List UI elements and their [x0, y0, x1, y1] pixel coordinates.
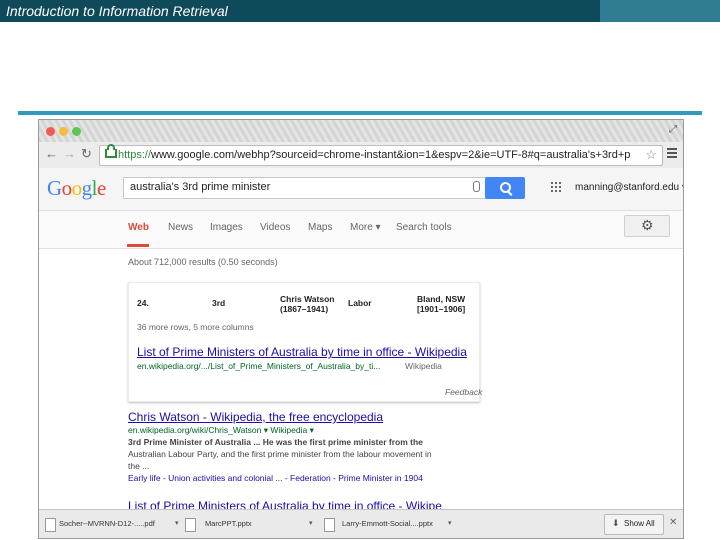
- answer-source-link[interactable]: List of Prime Ministers of Australia by …: [137, 345, 467, 359]
- settings-button[interactable]: ⚙: [624, 215, 670, 237]
- reload-icon[interactable]: ↻: [81, 147, 92, 161]
- result-snippet-line: the ...: [128, 461, 150, 471]
- result-title-link[interactable]: Chris Watson - Wikipedia, the free encyc…: [128, 410, 383, 424]
- logo-letter: g: [81, 176, 93, 200]
- browser-window: ⤢ ← → ↻ https://www.google.com/webhp?sou…: [38, 119, 684, 539]
- download-filename: Socher--MVRNN-D12-.....pdf: [59, 519, 155, 528]
- chevron-down-icon[interactable]: ▾: [309, 519, 313, 527]
- download-item[interactable]: MarcPPT.pptx ▾: [185, 517, 315, 533]
- table-cell-rank: 24.: [137, 298, 149, 308]
- tab-more[interactable]: More ▾: [350, 222, 381, 233]
- zoom-window-icon[interactable]: [72, 127, 81, 136]
- answer-source-url: en.wikipedia.org/.../List_of_Prime_Minis…: [137, 361, 381, 371]
- slide-title: Introduction to Information Retrieval: [6, 3, 228, 19]
- slide-header-accent: [600, 0, 720, 22]
- result-sitelinks[interactable]: Early life - Union activities and coloni…: [128, 473, 423, 483]
- answer-source-name: Wikipedia: [405, 361, 442, 371]
- tab-news[interactable]: News: [168, 222, 193, 233]
- url-scheme: https://: [118, 149, 152, 161]
- chevron-down-icon[interactable]: ▾: [175, 519, 179, 527]
- address-bar[interactable]: https://www.google.com/webhp?sourceid=ch…: [99, 144, 663, 166]
- logo-letter: o: [71, 176, 83, 200]
- window-titlebar: ⤢: [39, 120, 683, 142]
- download-shelf: Socher--MVRNN-D12-.....pdf ▾ MarcPPT.ppt…: [39, 509, 683, 538]
- table-cell-seat: Bland, NSW: [417, 294, 466, 304]
- table-cell-name: Chris Watson: [280, 294, 335, 304]
- download-filename: MarcPPT.pptx: [205, 519, 252, 528]
- pdf-file-icon: [45, 518, 56, 532]
- back-arrow-icon[interactable]: ←: [45, 147, 58, 161]
- result-snippet-line: Australian Labour Party, and the first p…: [128, 449, 432, 459]
- bookmark-star-icon[interactable]: ☆: [645, 147, 657, 163]
- google-header: Google australia's 3rd prime minister ma…: [39, 168, 683, 211]
- forward-arrow-icon[interactable]: →: [63, 147, 76, 161]
- url-text[interactable]: https://www.google.com/webhp?sourceid=ch…: [118, 149, 630, 161]
- browser-toolbar: ← → ↻ https://www.google.com/webhp?sourc…: [39, 142, 683, 169]
- tab-videos[interactable]: Videos: [260, 222, 290, 233]
- result-url[interactable]: en.wikipedia.org/wiki/Chris_Watson ▾ Wik…: [128, 425, 314, 436]
- minimize-window-icon[interactable]: [59, 127, 68, 136]
- download-item[interactable]: Larry-Emmott-Social....pptx ▾: [324, 517, 456, 533]
- search-input[interactable]: australia's 3rd prime minister: [123, 177, 487, 199]
- logo-letter: G: [47, 176, 62, 200]
- apps-grid-icon[interactable]: [551, 182, 553, 184]
- lock-icon: [105, 144, 117, 158]
- search-icon: [500, 182, 511, 193]
- fullscreen-icon[interactable]: ⤢: [669, 124, 677, 135]
- search-button[interactable]: [485, 177, 525, 199]
- pptx-file-icon: [324, 518, 335, 532]
- result-stats: About 712,000 results (0.50 seconds): [128, 257, 278, 267]
- browser-menu-icon[interactable]: [667, 148, 677, 150]
- close-icon[interactable]: ✕: [669, 517, 677, 528]
- feedback-link[interactable]: Feedback: [445, 387, 482, 397]
- show-all-downloads-button[interactable]: ⬇ Show All: [604, 514, 664, 535]
- pptx-file-icon: [185, 518, 196, 532]
- download-filename: Larry-Emmott-Social....pptx: [342, 519, 433, 528]
- logo-letter: o: [61, 176, 73, 200]
- answer-card: 24. 3rd Chris Watson (1867–1941) Labor B…: [128, 282, 480, 402]
- search-tabs: Web News Images Videos Maps More ▾ Searc…: [39, 211, 683, 249]
- active-tab-indicator: [127, 244, 149, 247]
- microphone-icon[interactable]: [473, 181, 480, 192]
- account-menu[interactable]: manning@stanford.edu ▾: [575, 182, 683, 193]
- url-path: www.google.com/webhp?sourceid=chrome-ins…: [151, 149, 630, 161]
- search-query: australia's 3rd prime minister: [130, 181, 271, 193]
- close-window-icon[interactable]: [46, 127, 55, 136]
- tab-web[interactable]: Web: [128, 222, 149, 233]
- slide-divider: [18, 111, 702, 115]
- slide-header-bar: Introduction to Information Retrieval: [0, 0, 600, 22]
- google-logo[interactable]: Google: [47, 176, 106, 201]
- gear-icon: ⚙: [641, 217, 654, 233]
- logo-letter: e: [97, 176, 106, 200]
- download-item[interactable]: Socher--MVRNN-D12-.....pdf ▾: [45, 517, 183, 533]
- result-snippet-line: 3rd Prime Minister of Australia ... He w…: [128, 437, 423, 447]
- show-all-label: Show All: [624, 519, 655, 528]
- tab-maps[interactable]: Maps: [308, 222, 332, 233]
- tab-search-tools[interactable]: Search tools: [396, 222, 452, 233]
- table-cell-party: Labor: [348, 298, 372, 308]
- chevron-down-icon[interactable]: ▾: [448, 519, 452, 527]
- download-icon: ⬇: [612, 518, 620, 528]
- tab-images[interactable]: Images: [210, 222, 243, 233]
- table-cell-order: 3rd: [212, 298, 226, 308]
- more-rows-link[interactable]: 36 more rows, 5 more columns: [137, 322, 254, 332]
- table-cell-term: [1901–1906]: [417, 304, 466, 314]
- table-cell-lifespan: (1867–1941): [280, 304, 329, 314]
